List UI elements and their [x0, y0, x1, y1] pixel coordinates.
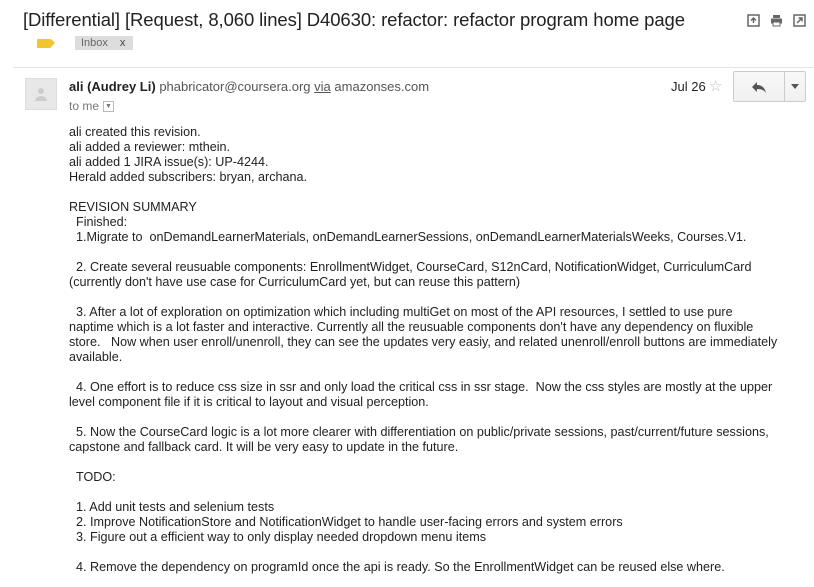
body-line: 1.Migrate to onDemandLearnerMaterials, o…: [69, 230, 747, 244]
reply-button[interactable]: [733, 71, 785, 102]
body-line: [69, 245, 809, 260]
sender-email: phabricator@coursera.org: [159, 79, 311, 94]
label-row: Inbox x: [37, 36, 134, 50]
body-line: 3. Figure out a efficient way to only di…: [69, 530, 487, 544]
header-divider: [13, 67, 814, 68]
chevron-down-icon: [791, 84, 799, 89]
body-line: REVISION SUMMARY: [69, 200, 197, 214]
chevron-down-icon: ▼: [105, 102, 112, 110]
body-line: naptime which is a lot faster and intera…: [69, 320, 754, 334]
more-actions-button[interactable]: [785, 71, 806, 102]
via-domain: amazonses.com: [334, 79, 430, 94]
body-line: ali added 1 JIRA issue(s): UP-4244.: [69, 155, 269, 169]
body-line: store. Now when user enroll/unenroll, th…: [69, 335, 778, 349]
body-line: Finished:: [69, 215, 128, 229]
email-subject: [Differential] [Request, 8,060 lines] D4…: [23, 9, 685, 30]
body-line: 2. Create several reusuable components: …: [69, 260, 752, 274]
body-line: 4. One effort is to reduce css size in s…: [69, 380, 773, 394]
body-line: [69, 410, 809, 425]
body-line: [69, 185, 809, 200]
body-line: 5. Now the CourseCard logic is a lot mor…: [69, 425, 769, 439]
inbox-label-text: Inbox: [81, 37, 108, 49]
label-tag-icon[interactable]: [37, 38, 55, 48]
via-link[interactable]: via: [314, 79, 331, 94]
body-line: (currently don't have use case for Curri…: [69, 275, 521, 289]
inbox-label-chip[interactable]: Inbox x: [75, 36, 134, 50]
body-line: [69, 545, 809, 560]
remove-label-button[interactable]: x: [120, 37, 130, 49]
avatar[interactable]: [25, 78, 57, 110]
body-line: 1. Add unit tests and selenium tests: [69, 500, 275, 514]
print-icon[interactable]: [770, 14, 783, 27]
body-line: capstone and fallback card. It will be v…: [69, 440, 459, 454]
body-line: [69, 290, 809, 305]
body-line: level component file if it is critical t…: [69, 395, 429, 409]
message-date: Jul 26: [671, 79, 706, 94]
body-line: ali created this revision.: [69, 125, 201, 139]
message-body: ali created this revision. ali added a re…: [69, 125, 809, 575]
reply-icon: [752, 81, 766, 93]
show-details-dropdown[interactable]: ▼: [103, 100, 115, 112]
new-window-icon[interactable]: [793, 14, 806, 27]
body-line: Herald added subscribers: bryan, archana…: [69, 170, 308, 184]
to-text: to me: [69, 99, 100, 113]
archive-icon[interactable]: [747, 14, 760, 27]
recipients-row: to me ▼: [69, 99, 115, 113]
body-line: 4. Remove the dependency on programId on…: [69, 560, 725, 574]
body-line: TODO:: [69, 470, 116, 484]
body-line: available.: [69, 350, 123, 364]
body-line: [69, 365, 809, 380]
reply-controls: [733, 71, 806, 102]
sender-line: ali (Audrey Li) phabricator@coursera.org…: [69, 79, 429, 94]
body-line: [69, 485, 809, 500]
body-line: [69, 455, 809, 470]
body-line: 3. After a lot of exploration on optimiz…: [69, 305, 733, 319]
body-line: 2. Improve NotificationStore and Notific…: [69, 515, 623, 529]
star-icon[interactable]: ☆: [709, 77, 722, 95]
top-toolbar: [747, 14, 806, 27]
person-icon: [35, 88, 47, 101]
sender-name[interactable]: ali (Audrey Li): [69, 79, 156, 94]
body-line: ali added a reviewer: mthein.: [69, 140, 231, 154]
